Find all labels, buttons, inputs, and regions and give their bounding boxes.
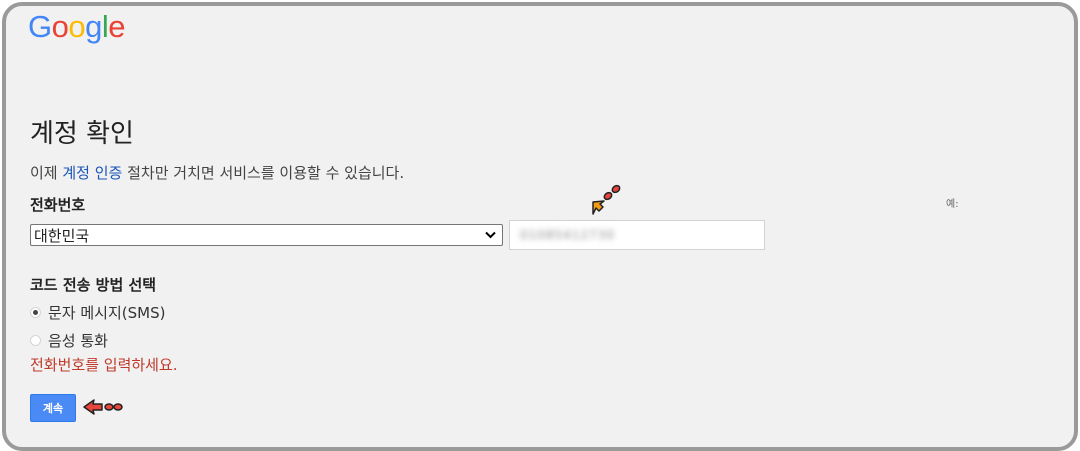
annotation-arrow-icon <box>83 399 123 415</box>
radio-voice-option[interactable]: 음성 통화 <box>30 330 108 351</box>
account-verification-link[interactable]: 계정 인증 <box>62 164 122 182</box>
intro-text: 이제 계정 인증 절차만 거치면 서비스를 이용할 수 있습니다. <box>30 162 404 183</box>
country-select-value: 대한민국 <box>34 227 90 245</box>
radio-sms[interactable] <box>30 307 41 318</box>
phone-number-input[interactable]: 01085412730 <box>509 220 765 250</box>
continue-button[interactable]: 계속 <box>30 394 76 422</box>
phone-label: 전화번호 <box>30 196 86 214</box>
logo-letter: e <box>108 9 126 44</box>
google-logo[interactable]: Google <box>28 9 126 45</box>
error-message: 전화번호를 입력하세요. <box>30 356 178 374</box>
country-select[interactable]: 대한민국 <box>30 224 503 246</box>
page-title: 계정 확인 <box>30 119 134 149</box>
radio-voice-label: 음성 통화 <box>48 332 108 350</box>
logo-letter: G <box>28 9 52 44</box>
logo-letter: g <box>85 9 102 44</box>
intro-before: 이제 <box>30 164 63 182</box>
annotation-arrow-icon <box>592 184 621 215</box>
example-label: 예: <box>946 199 959 210</box>
radio-sms-label: 문자 메시지(SMS) <box>48 304 166 322</box>
code-method-label: 코드 전송 방법 선택 <box>30 276 157 294</box>
radio-sms-option[interactable]: 문자 메시지(SMS) <box>30 302 165 323</box>
phone-number-value: 01085412730 <box>520 228 615 242</box>
logo-letter: o <box>68 9 86 44</box>
logo-letter: o <box>51 9 69 44</box>
chevron-down-icon <box>485 229 496 242</box>
intro-after: 절차만 거치면 서비스를 이용할 수 있습니다. <box>122 164 405 182</box>
radio-voice[interactable] <box>30 335 41 346</box>
